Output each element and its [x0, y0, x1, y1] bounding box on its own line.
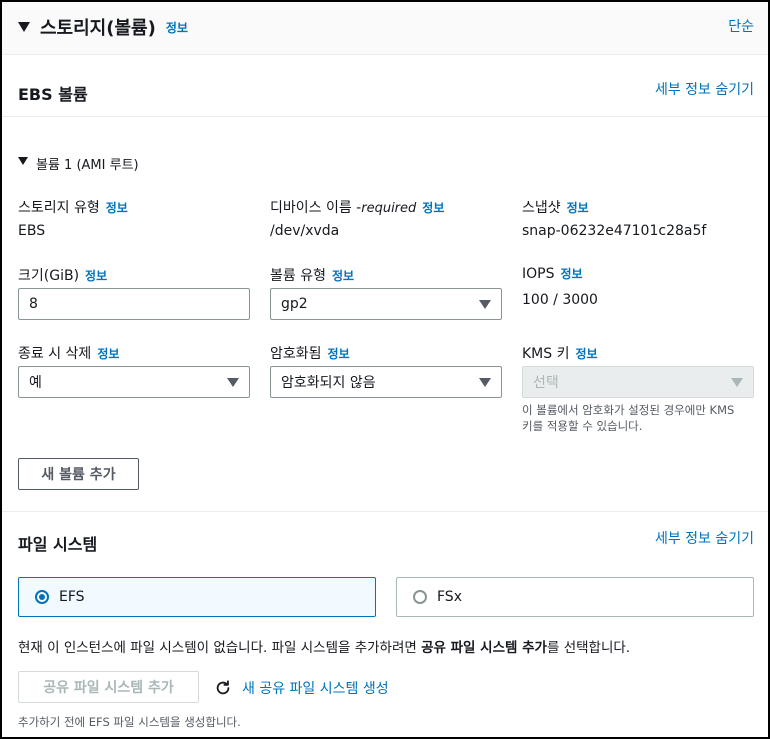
kms-key-info-link[interactable]: 정보 [575, 345, 597, 362]
fsx-option-tile[interactable]: FSx [396, 577, 754, 617]
snapshot-label: 스냅샷 정보 [522, 197, 589, 217]
encrypted-select[interactable]: 암호화되지 않음 [270, 366, 502, 398]
panel-title[interactable]: 스토리지(볼륨) 정보 [18, 14, 188, 40]
storage-type-label: 스토리지 유형 정보 [18, 197, 128, 217]
kms-key-selected: 선택 [533, 375, 559, 391]
volume-1-title: 볼륨 1 (AMI 루트) [36, 158, 139, 173]
volume-type-label-text: 볼륨 유형 [270, 268, 326, 284]
iops-value: 100 / 3000 [522, 292, 598, 308]
create-new-file-system[interactable]: 새 공유 파일 시스템 생성 [214, 678, 389, 698]
caret-down-icon [479, 299, 491, 309]
device-name-info-link[interactable]: 정보 [422, 199, 444, 216]
device-name-label-text: 디바이스 이름 - [270, 200, 362, 216]
storage-type-info-link[interactable]: 정보 [106, 199, 128, 216]
delete-on-termination-label-text: 종료 시 삭제 [18, 346, 92, 362]
delete-on-termination-selected: 예 [29, 375, 42, 391]
delete-on-termination-label: 종료 시 삭제 정보 [18, 343, 119, 363]
create-new-file-system-link[interactable]: 새 공유 파일 시스템 생성 [242, 678, 389, 698]
kms-key-hint-line2: 키를 적용할 수 있습니다. [522, 419, 643, 433]
kms-key-hint: 이 볼륨에서 암호화가 설정된 경우에만 KMS 키를 적용할 수 있습니다. [522, 402, 762, 434]
volume-type-label: 볼륨 유형 정보 [270, 265, 354, 285]
add-volume-button[interactable]: 새 볼륨 추가 [18, 458, 139, 490]
delete-on-termination-select[interactable]: 예 [18, 366, 250, 398]
size-info-link[interactable]: 정보 [85, 267, 107, 284]
encrypted-label-text: 암호화됨 [270, 346, 322, 362]
encrypted-info-link[interactable]: 정보 [328, 345, 350, 362]
kms-key-label: KMS 키 정보 [522, 343, 598, 363]
ebs-hide-details-link[interactable]: 세부 정보 숨기기 [655, 79, 754, 99]
info-link[interactable]: 정보 [166, 19, 188, 36]
file-system-section-title: 파일 시스템 [18, 535, 98, 554]
radio-selected-icon[interactable] [35, 590, 49, 604]
message-bold: 공유 파일 시스템 추가 [421, 640, 547, 656]
panel-title-text: 스토리지(볼륨) [40, 18, 156, 39]
ebs-section-title: EBS 볼륨 [18, 85, 88, 104]
message-suffix: 를 선택합니다. [546, 640, 631, 656]
divider [2, 116, 768, 117]
no-file-system-message: 현재 이 인스턴스에 파일 시스템이 없습니다. 파일 시스템을 추가하려면 공… [18, 636, 630, 656]
efs-option-label: EFS [59, 589, 85, 605]
caret-down-icon [227, 377, 239, 387]
add-shared-file-system-button[interactable]: 공유 파일 시스템 추가 [18, 671, 199, 703]
footer-hint: 추가하기 전에 EFS 파일 시스템을 생성합니다. [18, 715, 241, 729]
message-prefix: 현재 이 인스턴스에 파일 시스템이 없습니다. 파일 시스템을 추가하려면 [18, 640, 422, 656]
encrypted-label: 암호화됨 정보 [270, 343, 350, 363]
kms-key-hint-line1: 이 볼륨에서 암호화가 설정된 경우에만 KMS [522, 403, 735, 417]
expand-triangle-icon[interactable] [18, 156, 28, 165]
radio-unselected-icon[interactable] [413, 590, 427, 604]
fsx-option-label: FSx [437, 589, 462, 605]
device-name-label: 디바이스 이름 - required 정보 [270, 197, 444, 217]
kms-key-select[interactable]: 선택 [522, 366, 754, 398]
iops-info-link[interactable]: 정보 [560, 265, 582, 282]
efs-option-tile[interactable]: EFS [18, 577, 376, 617]
device-name-value: /dev/xvda [270, 223, 340, 239]
size-input-value: 8 [29, 296, 38, 312]
storage-type-value: EBS [18, 223, 46, 239]
refresh-icon[interactable] [214, 679, 232, 697]
kms-key-label-text: KMS 키 [522, 346, 570, 362]
snapshot-info-link[interactable]: 정보 [567, 199, 589, 216]
simple-view-link[interactable]: 단순 [728, 16, 754, 36]
storage-type-label-text: 스토리지 유형 [18, 200, 100, 216]
caret-down-icon [479, 377, 491, 387]
volume-1-header[interactable]: 볼륨 1 (AMI 루트) [18, 154, 139, 173]
delete-on-termination-info-link[interactable]: 정보 [97, 345, 119, 362]
encrypted-selected: 암호화되지 않음 [281, 375, 376, 391]
volume-type-selected: gp2 [281, 296, 308, 312]
size-input[interactable]: 8 [18, 288, 250, 320]
snapshot-value: snap-06232e47101c28a5f [522, 223, 707, 239]
storage-panel: 스토리지(볼륨) 정보 단순 EBS 볼륨 세부 정보 숨기기 볼륨 1 (AM… [0, 0, 770, 739]
volume-type-info-link[interactable]: 정보 [332, 267, 354, 284]
size-label: 크기(GiB) 정보 [18, 265, 107, 285]
divider [2, 511, 768, 512]
size-label-text: 크기(GiB) [18, 268, 80, 284]
iops-label-text: IOPS [522, 266, 555, 282]
iops-label: IOPS 정보 [522, 265, 583, 282]
volume-type-select[interactable]: gp2 [270, 288, 502, 320]
snapshot-label-text: 스냅샷 [522, 200, 561, 216]
file-system-hide-details-link[interactable]: 세부 정보 숨기기 [655, 528, 754, 548]
panel-header: 스토리지(볼륨) 정보 단순 [2, 2, 768, 55]
required-marker: required [361, 201, 417, 216]
collapse-triangle-icon[interactable] [18, 22, 30, 32]
caret-down-icon [731, 377, 743, 387]
